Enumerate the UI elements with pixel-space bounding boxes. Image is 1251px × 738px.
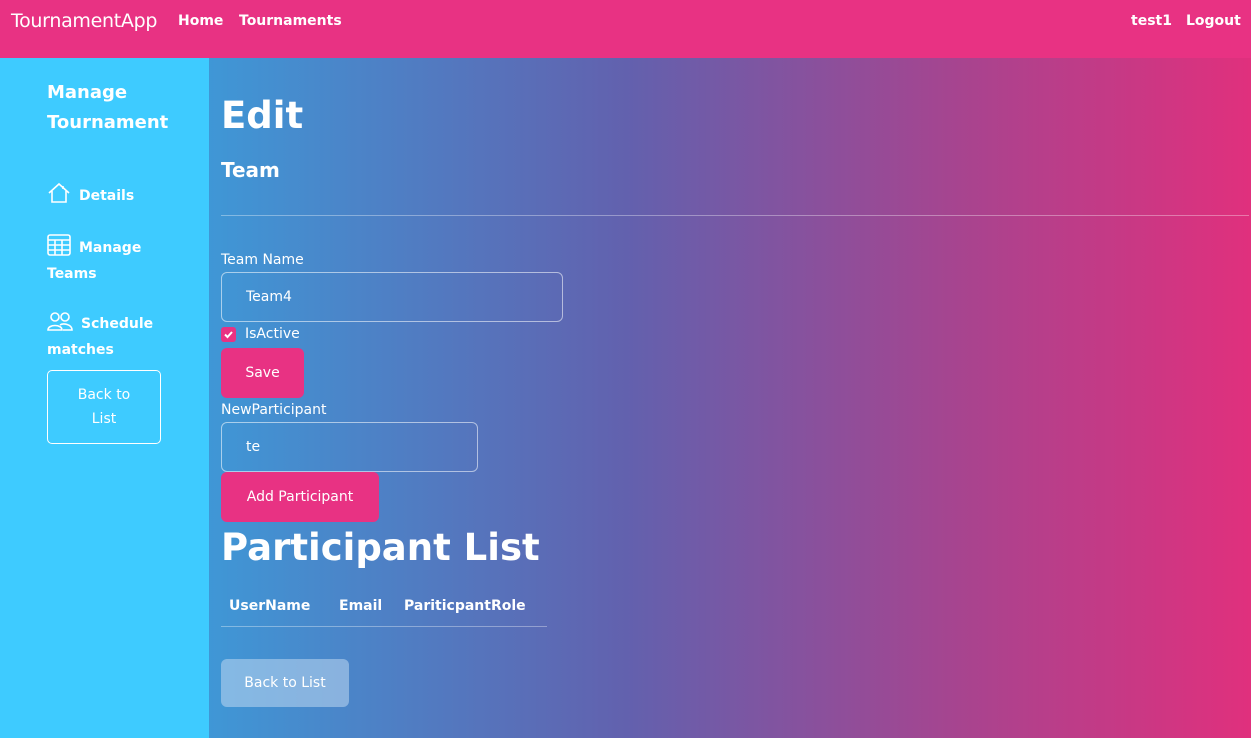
brand-link[interactable]: TournamentApp xyxy=(11,10,157,32)
add-participant-button[interactable]: Add Participant xyxy=(221,472,379,522)
nav-home-link[interactable]: Home xyxy=(178,13,223,29)
home-icon xyxy=(48,182,70,203)
table-icon xyxy=(47,234,71,256)
participant-list-heading: Participant List xyxy=(221,526,540,569)
team-name-input[interactable] xyxy=(221,272,563,322)
sidebar-item-details[interactable]: Details xyxy=(47,182,187,209)
participant-table: UserName Email PariticpantRole xyxy=(221,590,547,627)
nav-tournaments-link[interactable]: Tournaments xyxy=(239,13,342,29)
main-content: Edit Team Team Name IsActive Save NewPar… xyxy=(209,58,1251,738)
nav-user-link[interactable]: test1 xyxy=(1131,13,1172,29)
top-navbar: TournamentApp Home Tournaments test1 Log… xyxy=(0,0,1251,58)
sidebar-item-manage-teams[interactable]: Manage Teams xyxy=(47,234,187,287)
people-icon xyxy=(47,312,73,331)
sidebar-item-label: Details xyxy=(79,188,135,204)
save-button[interactable]: Save xyxy=(221,348,304,398)
column-header-email: Email xyxy=(339,598,383,614)
new-participant-input[interactable] xyxy=(221,422,478,472)
sidebar-item-schedule-matches[interactable]: Schedule matches xyxy=(47,310,187,363)
check-icon xyxy=(224,330,233,338)
is-active-checkbox[interactable] xyxy=(221,326,236,342)
is-active-row: IsActive xyxy=(221,326,300,342)
is-active-label: IsActive xyxy=(245,326,300,342)
sidebar: Manage Tournament Details Manage Teams S… xyxy=(0,58,209,738)
sidebar-title: Manage Tournament xyxy=(47,82,169,133)
team-name-label: Team Name xyxy=(221,252,304,268)
back-to-list-button[interactable]: Back to List xyxy=(221,659,349,707)
sidebar-back-to-list-button[interactable]: Back to List xyxy=(47,370,161,444)
nav-logout-link[interactable]: Logout xyxy=(1186,13,1241,29)
page-subtitle: Team xyxy=(221,158,280,182)
new-participant-label: NewParticipant xyxy=(221,402,327,418)
column-header-participant-role: PariticpantRole xyxy=(404,598,526,614)
page-title: Edit xyxy=(221,94,304,137)
column-header-username: UserName xyxy=(229,598,311,614)
divider xyxy=(221,215,1249,216)
